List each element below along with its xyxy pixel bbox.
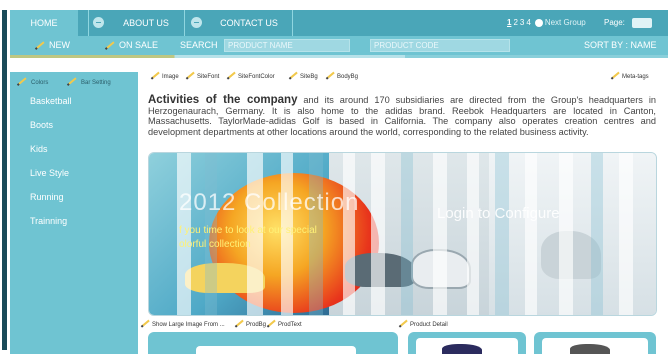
page-link-1[interactable]: 1 <box>507 18 511 27</box>
prodtext-label: ProdText <box>278 322 302 328</box>
pencil-icon <box>236 320 244 327</box>
nav-bullet-icon <box>93 17 104 28</box>
tool-sitebg[interactable]: SiteBg <box>290 72 318 80</box>
shoe-thumbnail <box>442 344 482 354</box>
pencil-icon <box>152 72 160 79</box>
category-sidebar: Colors Bar Setting Basketball Boots Kids… <box>10 72 138 354</box>
tool-sitefont-label: SiteFont <box>197 74 220 80</box>
tool-sitefontcolor-label: SiteFontColor <box>238 74 275 80</box>
page-label: Page: <box>604 18 625 27</box>
sidebar-item-basketball[interactable]: Basketball <box>30 96 72 106</box>
sidebar-item-live-style[interactable]: Live Style <box>30 168 69 178</box>
pencil-icon <box>268 320 276 327</box>
pencil-icon <box>290 72 298 79</box>
new-filter[interactable]: NEW <box>36 36 70 55</box>
product-code-input[interactable]: PRODUCT CODE <box>370 39 510 52</box>
sort-by-dropdown[interactable]: SORT BY : NAME <box>584 36 657 55</box>
tool-bodybg-label: BodyBg <box>337 74 359 80</box>
nav-tab-home[interactable]: HOME <box>10 10 78 36</box>
search-label: SEARCH <box>180 40 218 50</box>
pencil-icon <box>327 72 335 79</box>
page-link-4[interactable]: 4 <box>526 18 530 27</box>
on-sale-label: ON SALE <box>119 40 159 50</box>
tool-meta-tags-label: Meta-tags <box>622 74 649 80</box>
prodbg-link[interactable]: ProdBg <box>236 320 267 328</box>
top-navigation: HOME ABOUT US CONTACT US 1 2 3 4 Next Group … <box>10 10 668 36</box>
banner-subtitle: f you time to look at our special <box>179 225 317 236</box>
shoe-thumbnail <box>570 344 610 354</box>
pencil-icon <box>18 77 27 86</box>
banner-title: 2012 Collection <box>179 189 360 216</box>
page-number-input[interactable] <box>632 18 652 28</box>
article-heading: Activities of the company <box>148 94 298 106</box>
pencil-icon <box>187 72 195 79</box>
pencil-icon <box>228 72 236 79</box>
page-link-2[interactable]: 2 <box>513 18 517 27</box>
next-group-link[interactable]: Next Group <box>545 18 586 27</box>
colors-label: Colors <box>31 80 49 86</box>
pencil-icon <box>400 320 408 327</box>
next-arrow-icon[interactable] <box>534 18 543 27</box>
decorative-stripe <box>10 55 668 58</box>
nav-tab-contact-us[interactable]: CONTACT US <box>206 10 292 36</box>
nav-tab-about-us[interactable]: ABOUT US <box>108 10 184 36</box>
product-name-input[interactable]: PRODUCT NAME <box>224 39 350 52</box>
bar-setting-tool[interactable]: Bar Setting <box>68 77 111 86</box>
product-panel-large[interactable] <box>148 332 398 354</box>
tool-image-label: Image <box>162 74 179 80</box>
sidebar-item-trainning[interactable]: Trainning <box>30 216 67 226</box>
tool-meta-tags[interactable]: Meta-tags <box>612 72 649 80</box>
window-left-edge <box>0 0 10 354</box>
on-sale-filter[interactable]: ON SALE <box>106 36 158 55</box>
prodtext-link[interactable]: ProdText <box>268 320 302 328</box>
tool-sitefont[interactable]: SiteFont <box>187 72 220 80</box>
product-card[interactable] <box>408 332 526 354</box>
show-large-image-label: Show Large Image From ... <box>152 322 225 328</box>
collection-banner[interactable]: 2012 Collection f you time to look at ou… <box>148 152 657 316</box>
bar-setting-label: Bar Setting <box>81 80 111 86</box>
colors-tool[interactable]: Colors <box>18 77 49 86</box>
tool-image[interactable]: Image <box>152 72 179 80</box>
page-pager: 1 2 3 4 Next Group <box>506 10 586 36</box>
sidebar-item-boots[interactable]: Boots <box>30 120 53 130</box>
product-detail-link[interactable]: Product Detail <box>400 320 448 328</box>
search-bar: NEW ON SALE SEARCH PRODUCT NAME PRODUCT … <box>10 36 668 58</box>
pencil-icon <box>36 40 45 49</box>
banner-subtitle: olorful collection <box>179 239 251 250</box>
new-label: NEW <box>49 40 70 50</box>
tool-sitebg-label: SiteBg <box>300 74 318 80</box>
company-article: Activities of the company and its around… <box>148 94 656 137</box>
pencil-icon <box>142 320 150 327</box>
show-large-image-link[interactable]: Show Large Image From ... <box>142 320 225 328</box>
sidebar-item-running[interactable]: Running <box>30 192 64 202</box>
login-to-configure-link[interactable]: Login to Configure <box>437 205 560 222</box>
tool-bodybg[interactable]: BodyBg <box>327 72 359 80</box>
pencil-icon <box>68 77 77 86</box>
prodbg-label: ProdBg <box>246 322 267 328</box>
sidebar-item-kids[interactable]: Kids <box>30 144 48 154</box>
product-detail-label: Product Detail <box>410 322 448 328</box>
tool-sitefontcolor[interactable]: SiteFontColor <box>228 72 275 80</box>
page-frame: { "nav": { "tabs": [ {"label": "HOME"}, … <box>0 0 672 354</box>
page-link-3[interactable]: 3 <box>520 18 524 27</box>
product-card[interactable] <box>534 332 656 354</box>
pencil-icon <box>612 72 620 79</box>
pencil-icon <box>106 40 115 49</box>
nav-bullet-icon <box>191 17 202 28</box>
